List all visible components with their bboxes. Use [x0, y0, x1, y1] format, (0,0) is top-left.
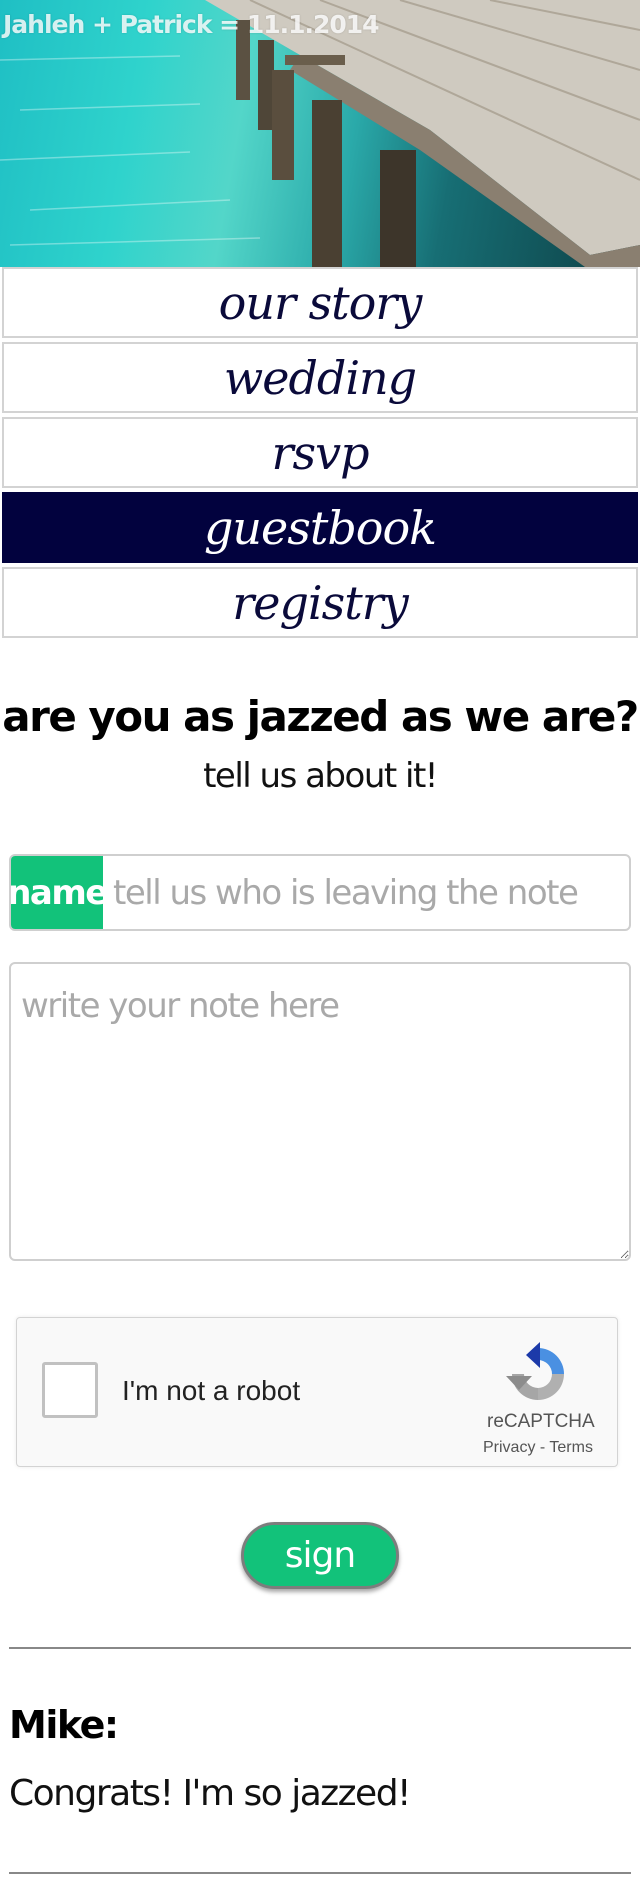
- pier-photo: [0, 0, 640, 267]
- nav-item-our-story[interactable]: our story: [2, 267, 638, 338]
- divider: [9, 1647, 631, 1649]
- hero-banner: Jahleh + Patrick = 11.1.2014: [0, 0, 640, 267]
- guestbook-subheading: tell us about it!: [203, 756, 438, 796]
- sign-button[interactable]: sign: [241, 1522, 399, 1589]
- nav-item-rsvp[interactable]: rsvp: [2, 417, 638, 488]
- recaptcha-brand: reCAPTCHA: [487, 1411, 595, 1432]
- note-textarea[interactable]: [9, 962, 631, 1261]
- site-title: Jahleh + Patrick = 11.1.2014: [3, 10, 380, 39]
- divider: [9, 1872, 631, 1874]
- terms-link[interactable]: Terms: [549, 1439, 593, 1456]
- entry-author: Mike:: [9, 1703, 119, 1747]
- nav-item-wedding[interactable]: wedding: [2, 342, 638, 413]
- nav-item-registry[interactable]: registry: [2, 567, 638, 638]
- name-input-group: name: [9, 854, 631, 931]
- checkbox-icon[interactable]: [42, 1362, 98, 1418]
- recaptcha-logo-icon: [506, 1342, 564, 1400]
- recaptcha-label: I'm not a robot: [122, 1375, 301, 1406]
- privacy-link[interactable]: Privacy: [483, 1439, 535, 1456]
- nav-item-guestbook[interactable]: guestbook: [2, 492, 638, 563]
- name-label: name: [11, 856, 108, 929]
- name-input[interactable]: [103, 856, 629, 929]
- recaptcha-widget: I'm not a robot reCAPTCHA Privacy - Term…: [16, 1317, 618, 1467]
- links-separator: -: [535, 1439, 550, 1456]
- guestbook-heading: are you as jazzed as we are?: [2, 692, 639, 741]
- entry-message: Congrats! I'm so jazzed!: [9, 1773, 411, 1814]
- recaptcha-links: Privacy - Terms: [483, 1439, 593, 1457]
- main-nav: our story wedding rsvp guestbook registr…: [2, 267, 638, 642]
